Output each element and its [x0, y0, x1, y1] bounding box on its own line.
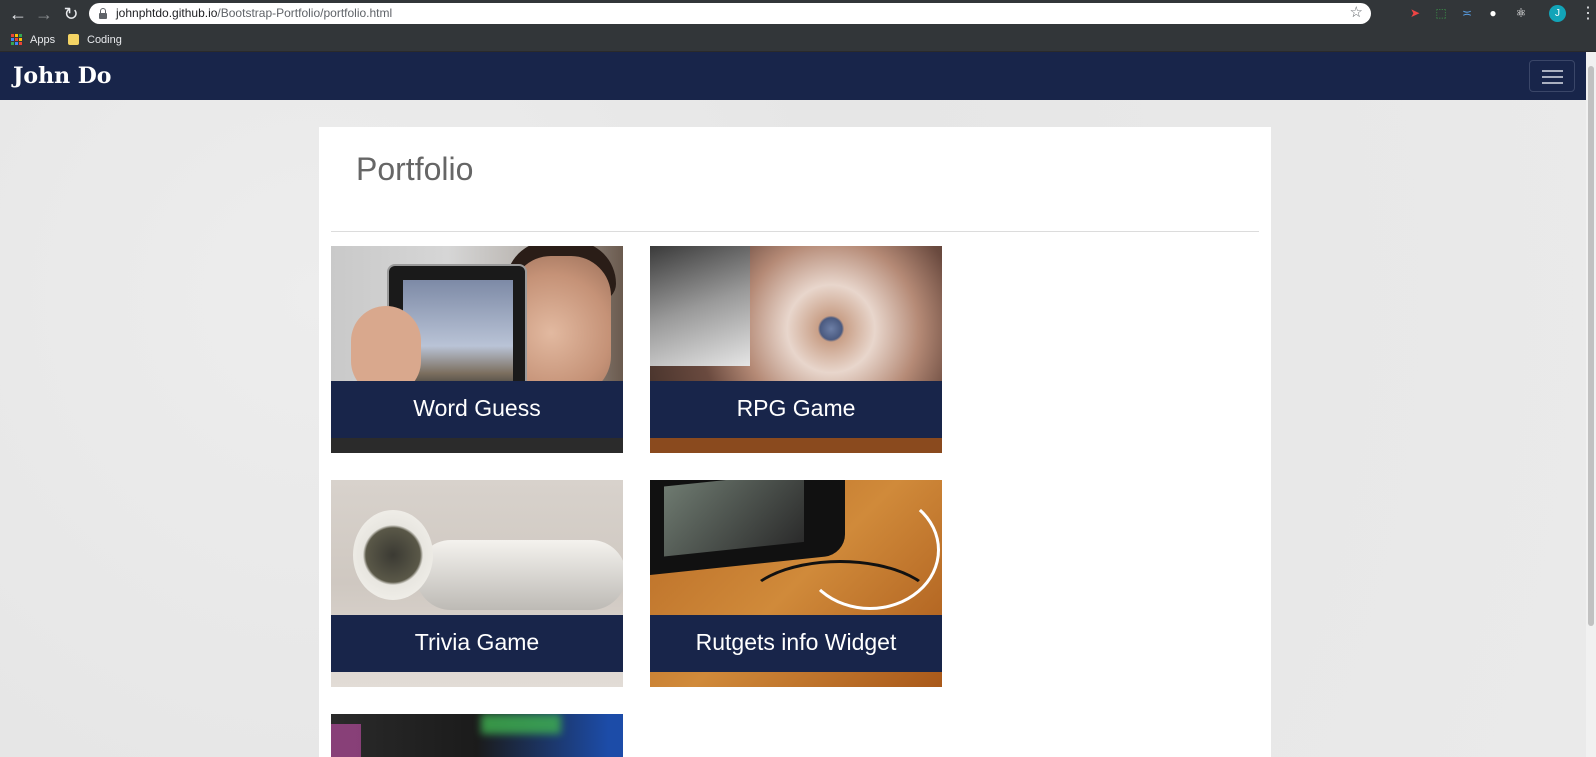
bookmark-apps[interactable]: Apps: [11, 31, 55, 48]
extension-crop-icon[interactable]: ⬚: [1433, 5, 1449, 21]
url-path: /Bootstrap-Portfolio/portfolio.html: [217, 6, 393, 20]
portfolio-panel: Portfolio Word Guess RPG Game Trivia Gam…: [319, 127, 1271, 757]
address-bar[interactable]: johnphtdo.github.io/Bootstrap-Portfolio/…: [89, 3, 1371, 24]
lock-icon: [99, 8, 107, 19]
profile-avatar[interactable]: J: [1549, 5, 1566, 22]
bookmark-star-icon[interactable]: ☆: [1350, 4, 1363, 22]
hamburger-icon: [1542, 70, 1563, 72]
url-host: johnphtdo.github.io: [116, 6, 218, 20]
bookmarks-bar: Apps Coding: [0, 27, 1596, 52]
portfolio-card-trivia-game[interactable]: Trivia Game: [331, 480, 623, 687]
forward-icon[interactable]: →: [33, 3, 55, 25]
reload-icon[interactable]: ↻: [60, 3, 82, 25]
extension-react-icon[interactable]: ⚛: [1513, 5, 1529, 21]
browser-menu-icon[interactable]: ⋮: [1580, 3, 1596, 25]
navbar-toggler-button[interactable]: [1529, 60, 1575, 92]
brand-logo[interactable]: John Do: [13, 63, 111, 89]
scrollbar-thumb[interactable]: [1588, 66, 1594, 626]
portfolio-card-partial[interactable]: [331, 714, 623, 757]
bookmark-coding[interactable]: Coding: [68, 31, 122, 48]
page-scrollbar[interactable]: [1586, 52, 1596, 757]
extension-wave-icon[interactable]: ≍: [1459, 5, 1475, 21]
monitor-photo: [331, 714, 623, 757]
bookmark-label: Apps: [30, 33, 56, 46]
apps-icon: [11, 33, 23, 46]
portfolio-card-word-guess[interactable]: Word Guess: [331, 246, 623, 453]
folder-icon: [68, 34, 79, 45]
site-navbar: John Do: [0, 52, 1596, 100]
portfolio-card-rutgets-widget[interactable]: Rutgets info Widget: [650, 480, 942, 687]
url-text: johnphtdo.github.io/Bootstrap-Portfolio/…: [116, 6, 392, 21]
title-divider: [331, 231, 1259, 232]
browser-toolbar: ← → ↻ johnphtdo.github.io/Bootstrap-Port…: [0, 0, 1596, 27]
portfolio-card-rpg-game[interactable]: RPG Game: [650, 246, 942, 453]
card-caption[interactable]: RPG Game: [650, 381, 942, 438]
bookmark-label: Coding: [87, 33, 122, 46]
card-caption[interactable]: Rutgets info Widget: [650, 615, 942, 672]
card-caption[interactable]: Trivia Game: [331, 615, 623, 672]
card-caption[interactable]: Word Guess: [331, 381, 623, 438]
back-icon[interactable]: ←: [7, 3, 29, 25]
page-title: Portfolio: [356, 151, 474, 187]
extension-arrow-icon[interactable]: ➤: [1407, 5, 1423, 21]
extension-circle-icon[interactable]: ●: [1485, 5, 1501, 21]
